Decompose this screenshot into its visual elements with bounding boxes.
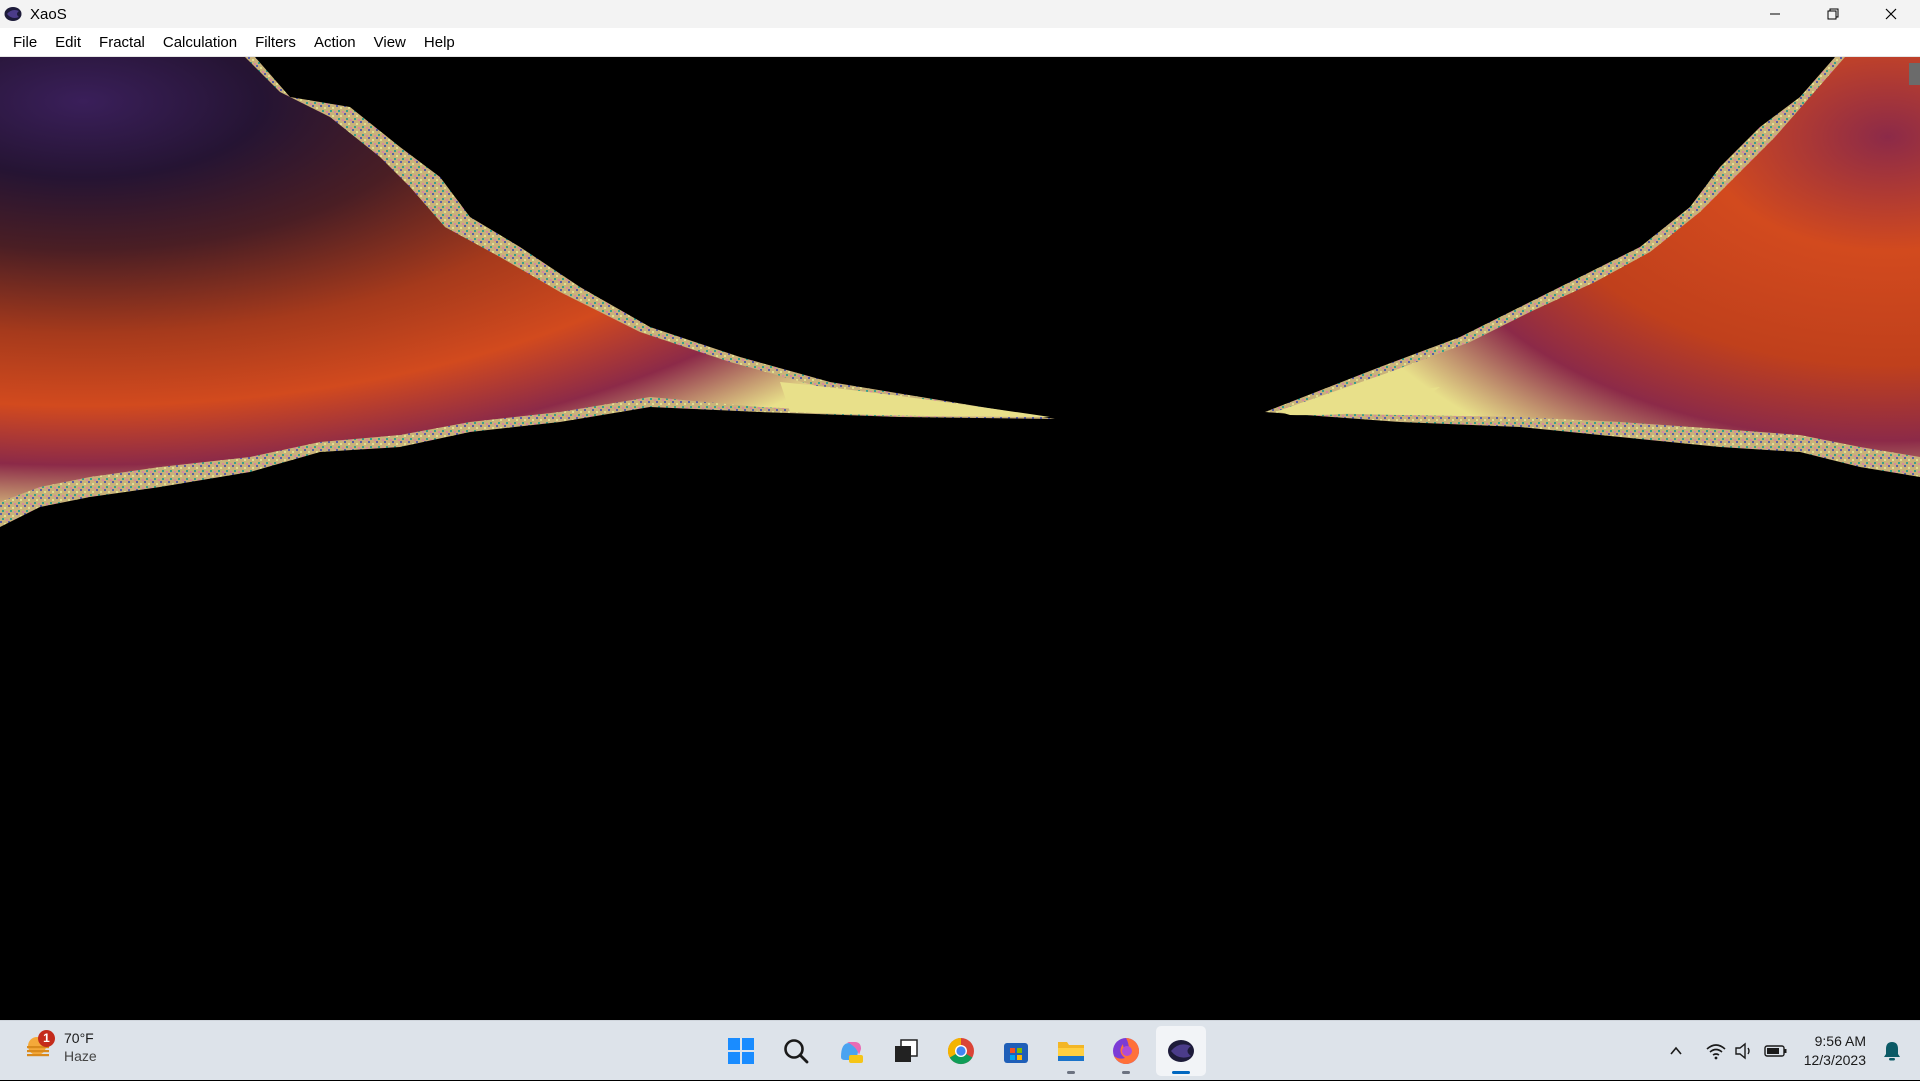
clock[interactable]: 9:56 AM 12/3/2023 — [1804, 1032, 1866, 1070]
running-indicator — [1122, 1071, 1130, 1074]
bell-icon — [1884, 1042, 1900, 1061]
speaker-icon — [1735, 1042, 1750, 1060]
restore-icon — [1827, 8, 1839, 20]
menu-action[interactable]: Action — [305, 30, 365, 55]
search-button[interactable] — [771, 1026, 821, 1076]
menu-edit[interactable]: Edit — [46, 30, 90, 55]
minimize-button[interactable] — [1746, 0, 1804, 28]
active-indicator — [1172, 1071, 1190, 1074]
running-indicator — [1067, 1071, 1075, 1074]
restore-button[interactable] — [1804, 0, 1862, 28]
xaos-window: XaoS File Edit Fractal Calculation Filte… — [0, 0, 1920, 1020]
xaos-taskbar-button[interactable] — [1156, 1026, 1206, 1076]
taskbar: 1 70°F Haze 9:56 AM 12/3/2023 — [0, 1020, 1920, 1080]
menu-filters[interactable]: Filters — [246, 30, 305, 55]
close-button[interactable] — [1862, 0, 1920, 28]
close-icon — [1885, 8, 1897, 20]
battery-icon — [1764, 1045, 1787, 1057]
start-icon — [728, 1038, 754, 1064]
network-button[interactable] — [1702, 1037, 1730, 1065]
weather-widget[interactable]: 1 70°F Haze — [24, 1029, 97, 1065]
menu-fractal[interactable]: Fractal — [90, 30, 154, 55]
firefox-icon — [1113, 1038, 1139, 1064]
minimize-icon — [1770, 13, 1780, 15]
copilot-icon — [841, 1042, 863, 1063]
menu-calculation[interactable]: Calculation — [154, 30, 246, 55]
start-button[interactable] — [716, 1026, 766, 1076]
fractal-canvas[interactable] — [0, 57, 1920, 1020]
window-title: XaoS — [30, 5, 67, 23]
scrollbar-thumb[interactable] — [1909, 63, 1920, 85]
chrome-icon — [947, 1037, 974, 1065]
chrome-button[interactable] — [936, 1026, 986, 1076]
task-view-icon — [895, 1039, 918, 1062]
menu-bar: File Edit Fractal Calculation Filters Ac… — [0, 28, 1920, 57]
menu-help[interactable]: Help — [415, 30, 464, 55]
clock-time: 9:56 AM — [1814, 1033, 1866, 1049]
copilot-button[interactable] — [826, 1026, 876, 1076]
volume-button[interactable] — [1730, 1037, 1758, 1065]
menu-file[interactable]: File — [4, 30, 46, 55]
microsoft-store-icon — [1004, 1043, 1028, 1063]
weather-condition: Haze — [64, 1048, 97, 1064]
chevron-up-icon — [1670, 1046, 1682, 1055]
firefox-button[interactable] — [1101, 1026, 1151, 1076]
notifications-button[interactable] — [1878, 1037, 1906, 1065]
xaos-icon — [1168, 1040, 1194, 1062]
store-button[interactable] — [991, 1026, 1041, 1076]
show-hidden-icons-button[interactable] — [1662, 1037, 1690, 1065]
weather-haze-icon: 1 — [24, 1030, 55, 1062]
fractal-image — [0, 57, 1920, 527]
clock-date: 12/3/2023 — [1803, 1052, 1866, 1068]
wifi-icon — [1706, 1044, 1726, 1060]
search-icon — [784, 1039, 809, 1064]
weather-temp: 70°F — [64, 1030, 94, 1046]
system-tray: 9:56 AM 12/3/2023 — [1662, 1021, 1920, 1081]
weather-alert-badge: 1 — [38, 1030, 55, 1047]
menu-view[interactable]: View — [365, 30, 415, 55]
battery-button[interactable] — [1762, 1037, 1790, 1065]
file-explorer-button[interactable] — [1046, 1026, 1096, 1076]
title-bar[interactable]: XaoS — [0, 0, 1920, 28]
file-explorer-icon — [1058, 1042, 1084, 1061]
task-view-button[interactable] — [881, 1026, 931, 1076]
xaos-app-icon — [4, 7, 22, 21]
